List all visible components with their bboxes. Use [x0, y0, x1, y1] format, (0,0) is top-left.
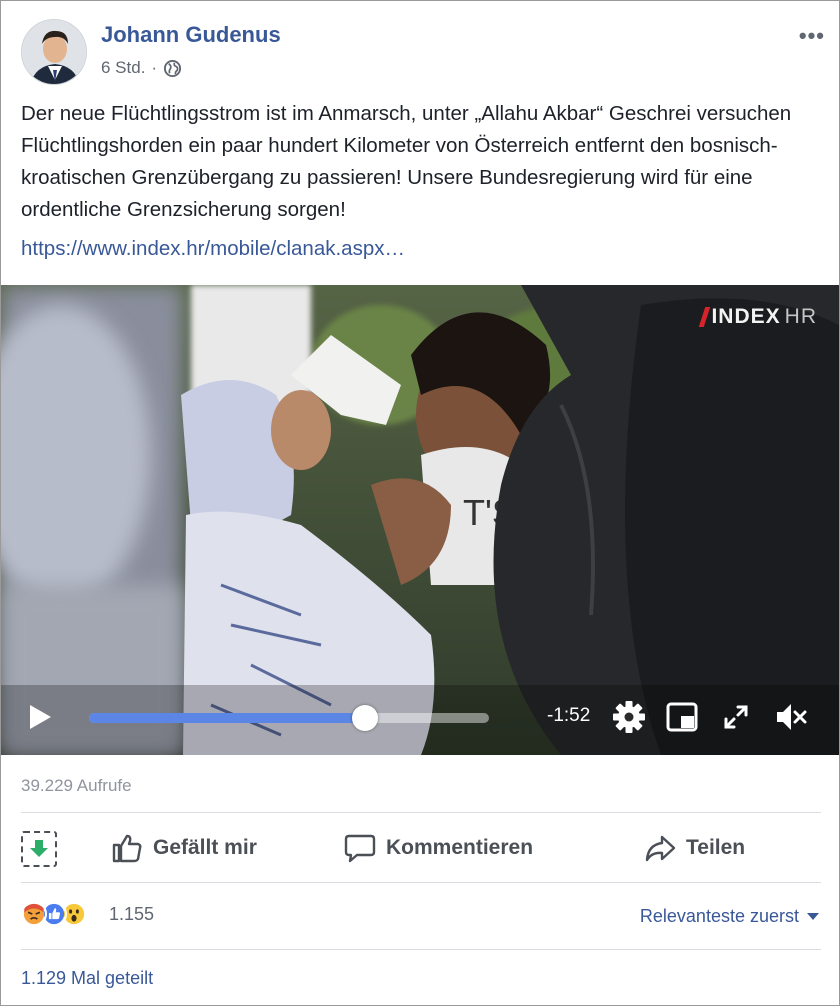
share-label: Teilen — [686, 836, 746, 859]
reaction-icons[interactable] — [21, 901, 87, 927]
comment-button[interactable]: Kommentieren — [344, 832, 533, 864]
share-count[interactable]: 1.129 Mal geteilt — [21, 968, 153, 989]
post-text: Der neue Flüchtlingsstrom ist im Anmarsc… — [21, 102, 792, 221]
avatar[interactable] — [21, 19, 87, 85]
timestamp[interactable]: 6 Std. — [101, 58, 145, 78]
share-button[interactable]: Teilen — [644, 832, 745, 864]
download-icon — [30, 840, 48, 857]
comment-sort-dropdown[interactable]: Relevanteste zuerst — [640, 906, 819, 927]
post-meta: 6 Std. · — [101, 58, 182, 78]
comment-icon — [344, 834, 376, 863]
avatar-image — [22, 20, 86, 84]
meta-separator: · — [151, 58, 158, 77]
mini-player-icon[interactable] — [664, 699, 700, 735]
divider — [21, 812, 821, 813]
more-options-button[interactable]: ••• — [799, 23, 825, 49]
progress-fill — [89, 713, 365, 723]
author-name[interactable]: Johann Gudenus — [101, 22, 281, 48]
logo-text: INDEX — [711, 305, 781, 328]
comment-label: Kommentieren — [386, 836, 534, 859]
sort-label: Relevanteste zuerst — [639, 906, 799, 926]
like-button[interactable]: Gefällt mir — [111, 832, 257, 864]
logo-suffix: HR — [784, 305, 817, 328]
reaction-count[interactable]: 1.155 — [109, 904, 154, 925]
fullscreen-icon[interactable] — [718, 699, 754, 735]
progress-handle[interactable] — [352, 705, 378, 731]
video-frame: T'S — [1, 285, 839, 755]
globe-icon[interactable] — [163, 59, 182, 78]
post-link[interactable]: https://www.index.hr/mobile/clanak.aspx… — [21, 237, 405, 261]
caret-down-icon — [807, 913, 819, 920]
video-player[interactable]: T'S INDEX HR -1:52 — [1, 285, 839, 755]
time-remaining: -1:52 — [547, 705, 591, 726]
divider — [21, 949, 821, 950]
like-label: Gefällt mir — [153, 836, 257, 859]
settings-icon[interactable] — [611, 699, 647, 735]
index-hr-logo: INDEX HR — [699, 305, 817, 329]
view-count: 39.229 Aufrufe — [21, 776, 132, 795]
mute-icon[interactable] — [773, 699, 809, 735]
video-progress-bar[interactable] — [89, 705, 489, 731]
facebook-post: Johann Gudenus 6 Std. · ••• Der neue Flü… — [0, 0, 840, 1006]
angry-reaction-icon — [21, 901, 47, 927]
divider — [21, 882, 821, 883]
download-button[interactable] — [21, 831, 57, 867]
thumbs-up-icon — [112, 834, 142, 863]
play-icon[interactable] — [27, 703, 53, 731]
share-icon — [645, 835, 676, 862]
